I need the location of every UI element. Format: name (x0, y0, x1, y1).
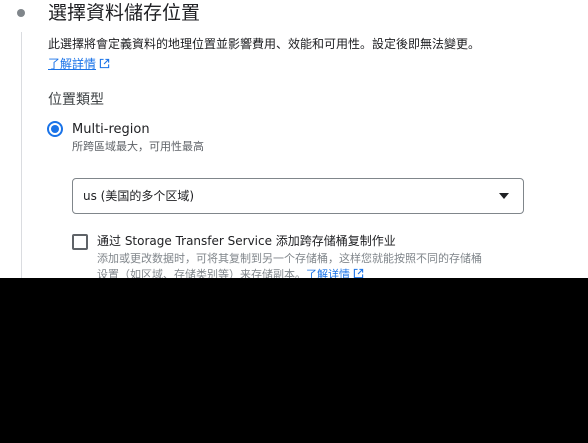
location-type-heading: 位置類型 (48, 92, 104, 108)
step-description: 此選擇將會定義資料的地理位置並影響費用、效能和可用性。設定後即無法變更。 (48, 37, 481, 51)
replication-hint-line-1: 添加或更改数据时，可将其复制到另一个存储桶，这样您就能按照不同的存储桶 (97, 252, 482, 265)
replication-learn-more-link[interactable]: 了解详情 (306, 268, 364, 278)
replication-hint-text: 设置（如区域、存储类别等）来存储副本。 (97, 268, 306, 278)
radio-selected-dot (51, 125, 59, 133)
multi-region-radio[interactable] (47, 121, 63, 137)
step-title: 選擇資料儲存位置 (48, 2, 201, 24)
arrow-drop-down-icon (499, 193, 509, 199)
open-in-new-icon (353, 268, 364, 278)
cross-bucket-replication-checkbox[interactable] (72, 234, 88, 250)
open-in-new-icon (99, 58, 110, 69)
multi-region-hint: 所跨區域最大，可用性最高 (72, 140, 204, 153)
region-select[interactable]: us (美国的多个区域) (72, 178, 524, 214)
step-connector-line (21, 32, 22, 278)
screen: 選擇資料儲存位置 此選擇將會定義資料的地理位置並影響費用、效能和可用性。設定後即… (0, 0, 588, 443)
step-dot-icon (17, 9, 25, 17)
storage-location-step: 選擇資料儲存位置 此選擇將會定義資料的地理位置並影響費用、效能和可用性。設定後即… (0, 0, 588, 278)
replication-hint-line-2: 设置（如区域、存储类别等）来存储副本。了解详情 (97, 267, 364, 278)
region-select-value: us (美国的多个区域) (83, 189, 195, 203)
multi-region-label[interactable]: Multi-region (72, 120, 150, 140)
cross-bucket-replication-label[interactable]: 通过 Storage Transfer Service 添加跨存储桶复制作业 (97, 232, 396, 250)
replication-learn-more-label: 了解详情 (306, 268, 350, 278)
learn-more-link[interactable]: 了解詳情 (48, 55, 110, 73)
learn-more-label: 了解詳情 (48, 57, 97, 71)
